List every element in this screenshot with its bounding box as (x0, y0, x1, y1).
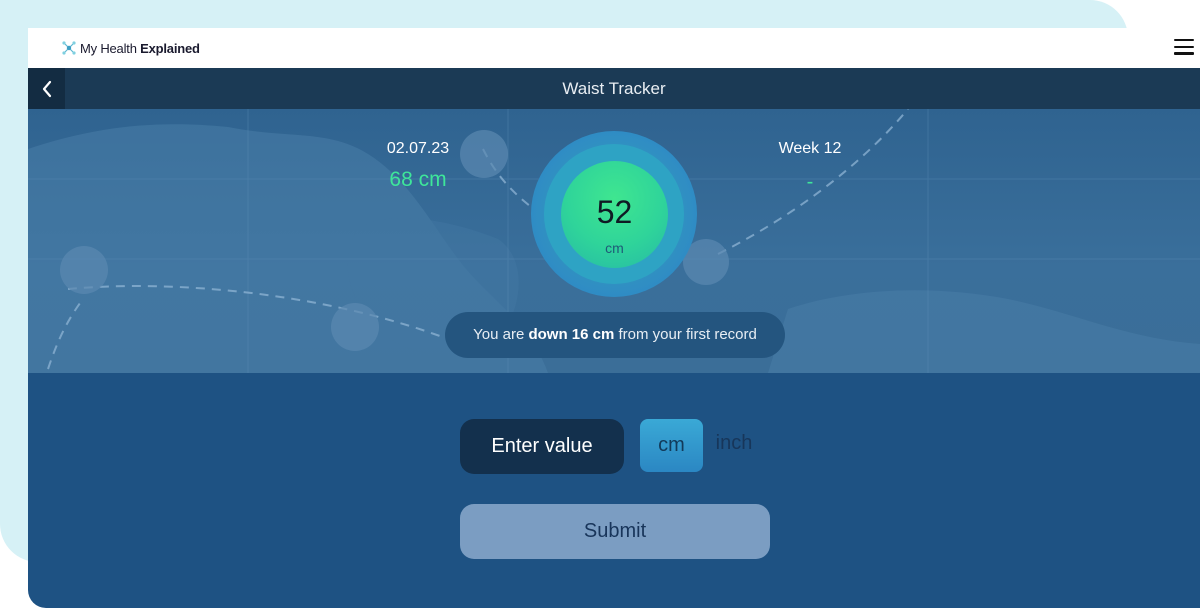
waist-value-input[interactable] (460, 419, 624, 474)
brand-name-bold: Explained (140, 40, 200, 56)
current-waist-unit: cm (605, 240, 624, 256)
page-title: Waist Tracker (562, 79, 666, 98)
summary-highlight: down 16 cm (528, 326, 615, 343)
week-value: - (806, 171, 814, 193)
top-bar: My Health Explained (28, 28, 1200, 68)
current-waist-value: 52 (596, 194, 633, 230)
summary-suffix: from your first record (614, 326, 757, 343)
summary-prefix: You are (473, 326, 529, 343)
first-measurement-value: 68 cm (389, 168, 447, 191)
stats-panel: 02.07.23 68 cm Week 12 - 52 cm You are d… (28, 109, 1200, 373)
brand-name: My Health Explained (80, 41, 200, 56)
brand-logo[interactable]: My Health Explained (61, 40, 200, 56)
unit-toggle-inch[interactable]: inch (712, 432, 756, 455)
hamburger-menu-icon[interactable] (1174, 39, 1194, 55)
record-date: 02.07.23 (386, 140, 450, 157)
progress-summary: You are down 16 cm from your first recor… (445, 312, 785, 358)
app-window: My Health Explained Waist Tracker 02.07.… (28, 28, 1200, 608)
unit-toggle-cm[interactable]: cm (640, 419, 703, 472)
brand-molecule-icon (62, 41, 76, 55)
week-label: Week 12 (778, 140, 842, 157)
submit-button[interactable]: Submit (460, 504, 770, 559)
brand-name-prefix: My Health (80, 40, 141, 56)
page-header: Waist Tracker (28, 68, 1200, 109)
